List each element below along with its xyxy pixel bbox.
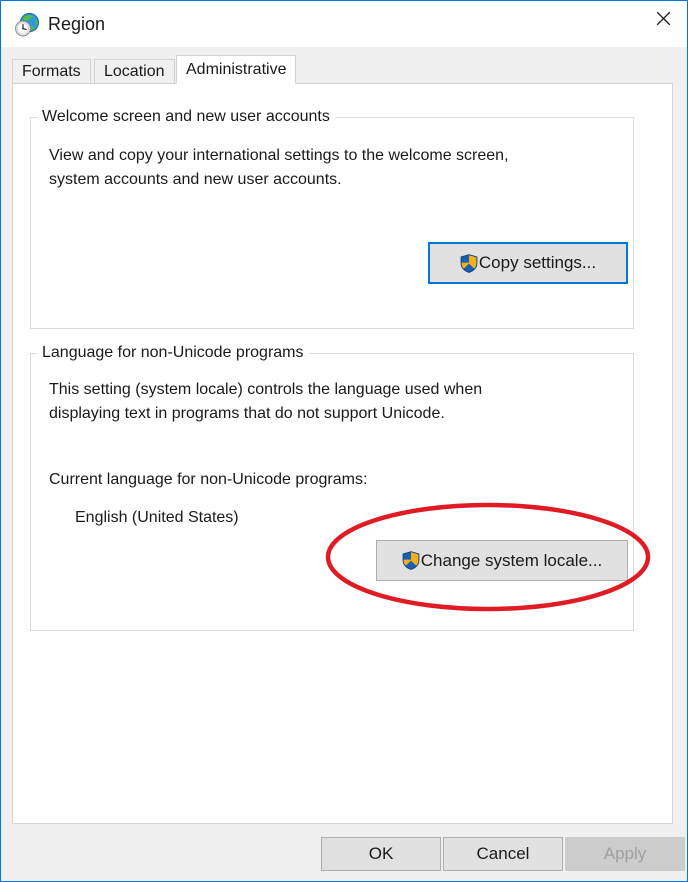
- group-nonunicode-language: Language for non-Unicode programs This s…: [30, 343, 634, 631]
- uac-shield-icon: [460, 253, 478, 273]
- current-language-value: English (United States): [75, 509, 239, 526]
- tab-administrative[interactable]: Administrative: [176, 55, 297, 84]
- group-welcome-screen-line-1: View and copy your international setting…: [49, 147, 509, 164]
- window-title: Region: [48, 14, 106, 34]
- change-system-locale-button[interactable]: Change system locale...: [376, 540, 628, 581]
- cancel-button[interactable]: Cancel: [443, 837, 563, 871]
- group-welcome-screen-line-2: system accounts and new user accounts.: [49, 171, 342, 188]
- group-welcome-screen: Welcome screen and new user accounts Vie…: [30, 107, 634, 329]
- change-system-locale-button-label: Change system locale...: [420, 550, 603, 570]
- region-dialog-window: Region Formats Location Administrative W…: [0, 0, 688, 882]
- administrative-tab-panel: Welcome screen and new user accounts Vie…: [12, 83, 673, 824]
- tab-location[interactable]: Location: [94, 59, 175, 83]
- copy-settings-button[interactable]: Copy settings...: [428, 242, 628, 284]
- region-globe-clock-icon: [14, 12, 40, 38]
- apply-button: Apply: [565, 837, 685, 871]
- current-language-label: Current language for non-Unicode program…: [49, 471, 368, 488]
- group-nonunicode-line-1: This setting (system locale) controls th…: [49, 381, 483, 398]
- uac-shield-icon: [402, 551, 420, 570]
- close-icon[interactable]: [640, 1, 687, 35]
- ok-button[interactable]: OK: [321, 837, 441, 871]
- tab-formats[interactable]: Formats: [12, 59, 91, 83]
- copy-settings-button-label: Copy settings...: [478, 253, 597, 272]
- title-bar: Region: [1, 1, 687, 47]
- group-nonunicode-line-2: displaying text in programs that do not …: [49, 405, 445, 422]
